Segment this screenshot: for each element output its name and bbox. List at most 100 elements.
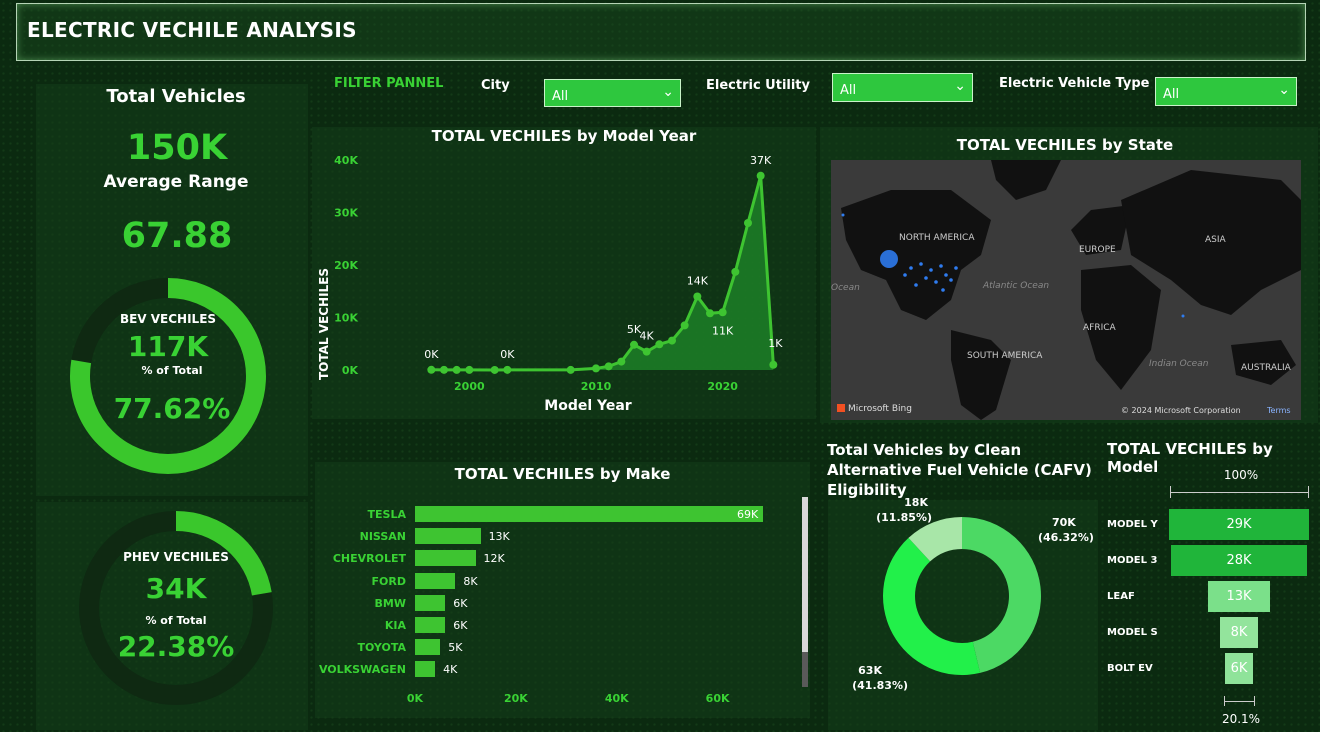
- cafv-slice-value: 18K: [904, 496, 928, 509]
- make-scrollbar-thumb[interactable]: [802, 497, 808, 652]
- model-year-point[interactable]: [680, 321, 689, 330]
- bev-pct-label: % of Total: [141, 364, 203, 377]
- model-year-point[interactable]: [427, 365, 436, 374]
- funnel-bar-value: 8K: [1230, 625, 1248, 640]
- model-year-point[interactable]: [668, 336, 676, 345]
- model-year-point[interactable]: [592, 364, 600, 373]
- cafv-slice-percent: (11.85%): [876, 511, 932, 524]
- map-bubble-washington[interactable]: [880, 250, 898, 268]
- make-bar-category: TESLA: [367, 508, 406, 521]
- cafv-slice-percent: (46.32%): [1038, 531, 1094, 544]
- phev-pct-value: 22.38%: [117, 630, 235, 663]
- make-bar-category: FORD: [371, 574, 406, 588]
- y-tick-label: 0K: [342, 364, 359, 377]
- model-year-point[interactable]: [731, 267, 740, 276]
- funnel-bracket-tick: [1308, 486, 1309, 498]
- bev-label: BEV VECHILES: [119, 312, 217, 326]
- model-year-point[interactable]: [604, 362, 613, 371]
- model-year-point[interactable]: [744, 219, 752, 227]
- model-year-point[interactable]: [769, 360, 778, 369]
- model-year-data-label: 11K: [712, 324, 734, 337]
- model-year-point[interactable]: [440, 365, 448, 374]
- make-bar[interactable]: [415, 572, 456, 589]
- microsoft-logo-icon: [837, 404, 845, 412]
- make-bar[interactable]: [415, 661, 436, 678]
- map-label-south-america: SOUTH AMERICA: [967, 351, 1043, 361]
- make-x-axis: 0K 20K 40K 60K: [315, 692, 795, 708]
- cafv-slice-value: 70K: [1052, 516, 1076, 529]
- model-year-point[interactable]: [642, 347, 651, 356]
- total-vehicles-label: Total Vehicles: [106, 86, 246, 107]
- cafv-donut-chart: 70K (46.32%) 63K (41.83%) 18K (11.85%): [852, 496, 1094, 692]
- make-bar-category: TOYOTA: [357, 641, 406, 655]
- make-bar-category: KIA: [384, 619, 406, 632]
- make-chart: TESLA 69K NISSAN 13K CHEVROLET 12K FORD 8K BMW 6K…: [315, 503, 795, 683]
- map-label-indian: Indian Ocean: [1149, 359, 1209, 369]
- city-dropdown[interactable]: All ⌄: [544, 79, 681, 107]
- model-year-point[interactable]: [630, 340, 638, 349]
- make-scrollbar[interactable]: [802, 497, 808, 687]
- ev-type-filter-label: Electric Vehicle Type: [999, 76, 1150, 91]
- model-year-point[interactable]: [503, 365, 512, 374]
- map-brand: Microsoft Bing: [848, 404, 912, 414]
- map-title: TOTAL VECHILES by State: [956, 136, 1174, 154]
- make-bar[interactable]: [415, 617, 446, 633]
- page-title: ELECTRIC VECHILE ANALYSIS: [27, 18, 357, 42]
- model-year-point[interactable]: [617, 357, 626, 366]
- chevron-down-icon: ⌄: [1278, 82, 1290, 98]
- make-bar[interactable]: [415, 550, 476, 567]
- chevron-down-icon: ⌄: [662, 84, 674, 100]
- model-year-point[interactable]: [490, 365, 499, 374]
- total-vehicles-value: 150K: [126, 128, 228, 168]
- city-filter-label: City: [481, 78, 510, 93]
- model-year-point[interactable]: [718, 308, 727, 317]
- model-year-title: TOTAL VECHILES by Model Year: [431, 127, 697, 145]
- model-year-point[interactable]: [566, 365, 575, 374]
- model-year-data-label: 4K: [640, 330, 655, 343]
- x-tick-label: 2020: [707, 380, 738, 393]
- map-label-asia: ASIA: [1205, 235, 1227, 245]
- cafv-slice-percent: (41.83%): [852, 679, 908, 692]
- model-year-point[interactable]: [452, 365, 461, 374]
- funnel-top-label: 100%: [1223, 468, 1259, 482]
- y-tick-label: 20K: [334, 259, 358, 272]
- make-bar[interactable]: [415, 528, 481, 545]
- funnel-bracket-tick: [1224, 696, 1225, 706]
- make-bar[interactable]: [415, 594, 446, 611]
- chevron-down-icon: ⌄: [954, 78, 966, 94]
- make-bar-value: 12K: [483, 552, 505, 566]
- funnel-bottom-bracket: [1224, 701, 1254, 702]
- model-year-point[interactable]: [706, 309, 714, 318]
- model-year-point[interactable]: [693, 292, 702, 301]
- funnel-bar-value: 6K: [1230, 661, 1248, 676]
- funnel-bracket-tick: [1170, 486, 1171, 498]
- make-bar-value: 5K: [448, 641, 463, 655]
- make-bar-value: 6K: [453, 619, 468, 632]
- funnel-category: MODEL S: [1107, 627, 1158, 638]
- map-terms-link[interactable]: Terms: [1266, 406, 1291, 415]
- map-label-europe: EUROPE: [1079, 245, 1116, 255]
- make-bar[interactable]: [415, 639, 441, 656]
- average-range-label: Average Range: [103, 172, 249, 192]
- map-label-australia: AUSTRALIA: [1241, 363, 1292, 373]
- make-bar-value: 4K: [443, 663, 458, 677]
- make-bar[interactable]: [415, 506, 763, 522]
- model-year-point[interactable]: [655, 340, 664, 349]
- phev-label: PHEV VECHILES: [123, 550, 229, 564]
- ev-type-dropdown[interactable]: All ⌄: [1155, 77, 1297, 106]
- world-map[interactable]: NORTH AMERICA EUROPE ASIA AFRICA SOUTH A…: [831, 160, 1301, 420]
- y-tick-label: 30K: [334, 207, 358, 220]
- model-year-chart: 0K10K20K30K40K 2000 2010 2020 0K 0K5K4K14K1…: [317, 154, 783, 414]
- funnel-bottom-label: 20.1%: [1221, 712, 1261, 726]
- map-label-africa: AFRICA: [1083, 323, 1117, 333]
- make-x-tick-label: 60K: [705, 692, 730, 705]
- y-tick-label: 10K: [334, 312, 358, 325]
- utility-dropdown[interactable]: All ⌄: [832, 73, 973, 102]
- model-year-point[interactable]: [756, 171, 765, 180]
- bev-value: 117K: [127, 330, 209, 363]
- model-year-x-axis-label: Model Year: [544, 398, 632, 414]
- phev-gauge: [79, 511, 273, 705]
- model-year-point[interactable]: [465, 365, 474, 374]
- funnel-bar-value: 28K: [1226, 553, 1252, 568]
- funnel-category: MODEL 3: [1107, 555, 1158, 566]
